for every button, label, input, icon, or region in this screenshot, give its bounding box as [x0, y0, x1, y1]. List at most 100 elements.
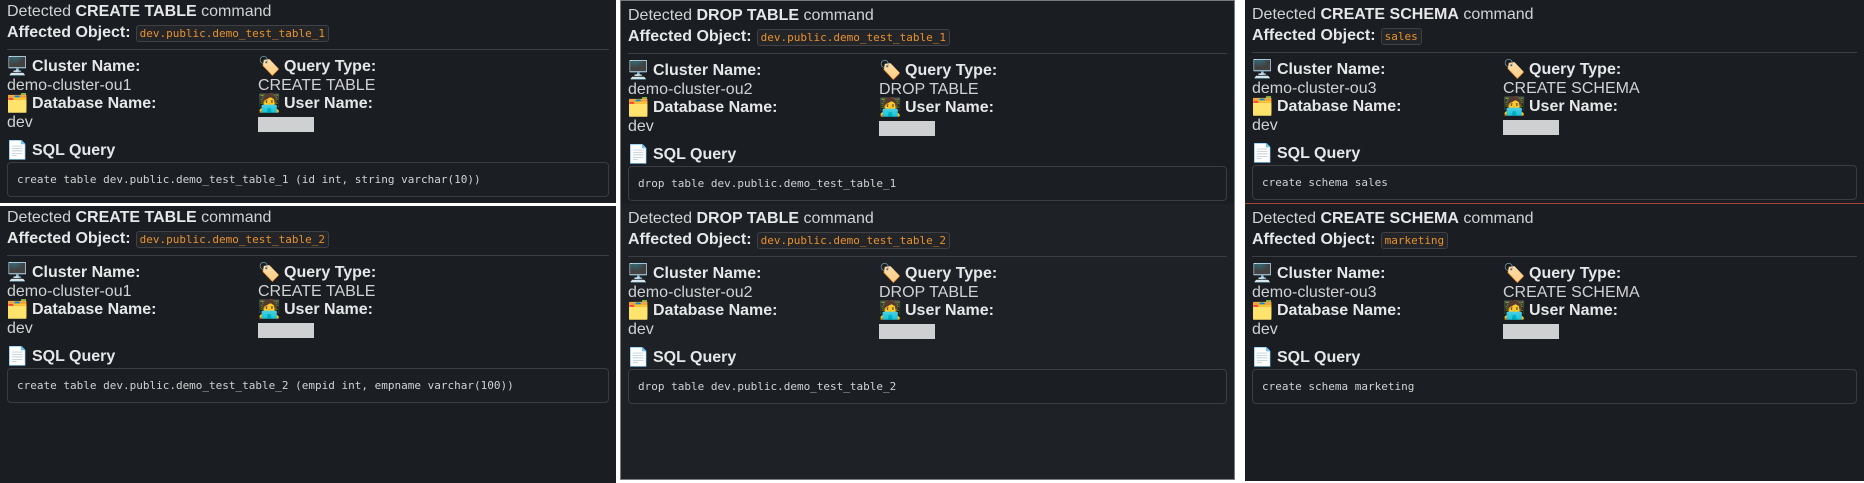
database-name-value: dev — [7, 114, 33, 131]
tag-icon: 🏷️ — [879, 60, 902, 81]
tag-icon: 🏷️ — [258, 56, 281, 77]
command-name: CREATE SCHEMA — [1320, 210, 1459, 227]
divider — [7, 49, 609, 50]
folder-icon: 🗂️ — [627, 97, 650, 118]
affected-object-code: sales — [1380, 27, 1422, 45]
cluster-name-label: 🖥️ Cluster Name: — [1251, 263, 1386, 284]
sql-query-label: 📄 SQL Query — [627, 347, 737, 368]
user-name-redacted — [1503, 324, 1559, 339]
command-name: CREATE TABLE — [75, 3, 197, 20]
technologist-icon: 🧑‍💻 — [258, 299, 281, 320]
query-type-label: 🏷️ Query Type: — [879, 263, 998, 284]
user-name-redacted — [879, 121, 935, 136]
technologist-icon: 🧑‍💻 — [879, 97, 902, 118]
sql-text: create schema sales — [1262, 176, 1388, 189]
user-name-label: 🧑‍💻 User Name: — [1503, 300, 1618, 321]
alert-card: Detected DROP TABLE command Affected Obj… — [621, 1, 1234, 204]
affected-object-label: Affected Object: — [1252, 27, 1376, 44]
tag-icon: 🏷️ — [1503, 263, 1526, 284]
column-drop-table: Detected DROP TABLE command Affected Obj… — [620, 0, 1235, 480]
user-name-redacted — [258, 117, 314, 132]
database-name-label: 🗂️ Database Name: — [6, 93, 157, 114]
divider — [7, 255, 609, 256]
document-icon: 📄 — [627, 347, 650, 368]
alert-card: Detected DROP TABLE command Affected Obj… — [621, 204, 1234, 479]
user-name-label: 🧑‍💻 User Name: — [258, 93, 373, 114]
user-name-label: 🧑‍💻 User Name: — [879, 300, 994, 321]
computer-icon: 🖥️ — [1251, 263, 1274, 284]
user-name-redacted — [258, 323, 314, 338]
database-name-label: 🗂️ Database Name: — [6, 299, 157, 320]
database-name-value: dev — [628, 118, 654, 135]
sql-text: create schema marketing — [1262, 380, 1415, 393]
alert-card: Detected CREATE TABLE command Affected O… — [0, 203, 616, 483]
user-name-label: 🧑‍💻 User Name: — [879, 97, 994, 118]
affected-object-label: Affected Object: — [628, 231, 752, 248]
sql-query-label: 📄 SQL Query — [6, 346, 116, 367]
folder-icon: 🗂️ — [1251, 96, 1274, 117]
affected-object-code: dev.public.demo_test_table_1 — [756, 28, 951, 46]
query-type-label: 🏷️ Query Type: — [1503, 263, 1622, 284]
divider — [1252, 256, 1857, 257]
detected-heading: Detected DROP TABLE command — [628, 210, 874, 227]
affected-object-row: Affected Object: dev.public.demo_test_tab… — [7, 24, 330, 42]
query-type-label: 🏷️ Query Type: — [1503, 59, 1622, 80]
technologist-icon: 🧑‍💻 — [879, 300, 902, 321]
document-icon: 📄 — [6, 346, 29, 367]
detected-heading: Detected CREATE SCHEMA command — [1252, 210, 1534, 227]
alert-card: Detected CREATE TABLE command Affected O… — [0, 0, 616, 203]
technologist-icon: 🧑‍💻 — [1503, 300, 1526, 321]
affected-object-label: Affected Object: — [628, 28, 752, 45]
sql-text: create table dev.public.demo_test_table_… — [17, 173, 481, 186]
detected-heading: Detected CREATE SCHEMA command — [1252, 6, 1534, 23]
affected-object-row: Affected Object: marketing — [1252, 231, 1449, 249]
command-name: DROP TABLE — [696, 210, 800, 227]
cluster-name-label: 🖥️ Cluster Name: — [1251, 59, 1386, 80]
document-icon: 📄 — [627, 144, 650, 165]
command-name: CREATE TABLE — [75, 209, 197, 226]
user-name-redacted — [1503, 120, 1559, 135]
affected-object-row: Affected Object: dev.public.demo_test_tab… — [628, 28, 951, 46]
database-name-label: 🗂️ Database Name: — [627, 300, 778, 321]
sql-query-label: 📄 SQL Query — [1251, 143, 1361, 164]
query-type-label: 🏷️ Query Type: — [879, 60, 998, 81]
computer-icon: 🖥️ — [6, 56, 29, 77]
tag-icon: 🏷️ — [1503, 59, 1526, 80]
affected-object-label: Affected Object: — [7, 24, 131, 41]
cluster-name-label: 🖥️ Cluster Name: — [627, 60, 762, 81]
user-name-redacted — [879, 324, 935, 339]
detected-heading: Detected CREATE TABLE command — [7, 3, 272, 20]
sql-text: drop table dev.public.demo_test_table_2 — [638, 380, 897, 393]
cluster-name-label: 🖥️ Cluster Name: — [6, 56, 141, 77]
sql-code-block: drop table dev.public.demo_test_table_2 — [628, 369, 1227, 404]
column-create-schema: Detected CREATE SCHEMA command Affected … — [1245, 0, 1864, 481]
database-name-label: 🗂️ Database Name: — [627, 97, 778, 118]
cluster-name-label: 🖥️ Cluster Name: — [627, 263, 762, 284]
sql-code-block: create schema sales — [1252, 165, 1857, 200]
computer-icon: 🖥️ — [627, 263, 650, 284]
database-name-value: dev — [1252, 117, 1278, 134]
sql-query-label: 📄 SQL Query — [6, 140, 116, 161]
tag-icon: 🏷️ — [879, 263, 902, 284]
affected-object-code: dev.public.demo_test_table_2 — [135, 230, 330, 248]
affected-object-row: Affected Object: dev.public.demo_test_tab… — [7, 230, 330, 248]
computer-icon: 🖥️ — [1251, 59, 1274, 80]
cluster-name-label: 🖥️ Cluster Name: — [6, 262, 141, 283]
divider — [628, 53, 1227, 54]
technologist-icon: 🧑‍💻 — [1503, 96, 1526, 117]
sql-code-block: create table dev.public.demo_test_table_… — [7, 368, 609, 403]
technologist-icon: 🧑‍💻 — [258, 93, 281, 114]
folder-icon: 🗂️ — [6, 299, 29, 320]
divider — [1252, 52, 1857, 53]
user-name-label: 🧑‍💻 User Name: — [258, 299, 373, 320]
alert-card: Detected CREATE SCHEMA command Affected … — [1245, 203, 1864, 481]
document-icon: 📄 — [1251, 143, 1274, 164]
affected-object-label: Affected Object: — [1252, 231, 1376, 248]
folder-icon: 🗂️ — [1251, 300, 1274, 321]
alert-card: Detected CREATE SCHEMA command Affected … — [1245, 0, 1864, 203]
affected-object-code: dev.public.demo_test_table_2 — [756, 231, 951, 249]
database-name-value: dev — [1252, 321, 1278, 338]
computer-icon: 🖥️ — [6, 262, 29, 283]
divider — [628, 256, 1227, 257]
affected-object-code: marketing — [1380, 231, 1449, 249]
